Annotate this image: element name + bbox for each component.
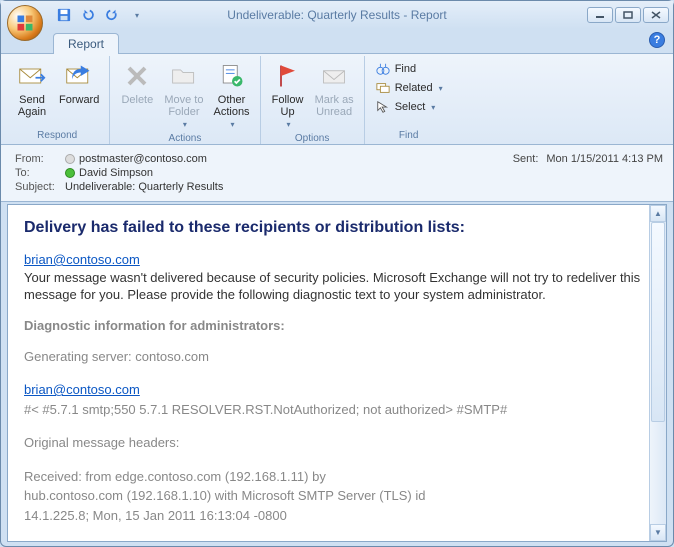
recipient-link-2[interactable]: brian@contoso.com [24,382,140,397]
received-line-3: 14.1.225.8; Mon, 15 Jan 2011 16:13:04 -0… [24,506,650,526]
quick-access-toolbar [53,4,147,26]
message-body-container: Delivery has failed to these recipients … [7,204,667,542]
office-orb-button[interactable] [7,5,43,41]
undo-button[interactable] [77,4,99,26]
title-bar: Undeliverable: Quarterly Results - Repor… [1,1,673,29]
move-label: Move to Folder [164,94,203,118]
received-line-1: Received: from edge.contoso.com (192.168… [24,467,650,487]
tab-report[interactable]: Report [53,33,119,54]
maximize-button[interactable] [615,7,641,23]
group-actions: Delete Move to Folder Other Actions Acti… [110,56,260,144]
folder-icon [168,60,200,92]
select-icon [375,99,391,115]
smtp-error-line: #< #5.7.1 smtp;550 5.7.1 RESOLVER.RST.No… [24,400,650,420]
other-actions-button[interactable]: Other Actions [209,58,253,131]
scroll-up-button[interactable]: ▲ [650,205,666,222]
vertical-scrollbar[interactable]: ▲ ▼ [649,205,666,541]
send-again-icon [16,60,48,92]
window-title: Undeliverable: Quarterly Results - Repor… [227,8,446,22]
ribbon: Send Again Forward Respond Delete Move t… [1,53,673,145]
ribbon-tabs: Report ? [1,29,673,53]
ndr-heading: Delivery has failed to these recipients … [24,219,650,237]
group-respond: Send Again Forward Respond [5,56,110,144]
send-again-button[interactable]: Send Again [11,58,53,120]
help-button[interactable]: ? [649,32,665,48]
diagnostic-heading: Diagnostic information for administrator… [24,318,650,333]
original-headers-label: Original message headers: [24,433,650,453]
delete-button[interactable]: Delete [116,58,158,108]
binoculars-icon [375,61,391,77]
mark-unread-icon [318,60,350,92]
delete-label: Delete [121,94,153,106]
select-label: Select [395,101,426,113]
group-options-label: Options [267,131,358,147]
to-label: To: [15,167,65,179]
close-button[interactable] [643,7,669,23]
message-header: From: postmaster@contoso.com Sent: Mon 1… [1,145,673,202]
qat-customize-button[interactable] [125,4,147,26]
subject-value: Undeliverable: Quarterly Results [65,181,223,193]
related-button[interactable]: Related [371,79,447,97]
move-to-folder-button[interactable]: Move to Folder [160,58,207,131]
subject-label: Subject: [15,181,65,193]
from-label: From: [15,153,65,165]
mark-unread-label: Mark as Unread [315,94,354,118]
to-value: David Simpson [79,167,153,179]
generating-server: Generating server: contoso.com [24,347,650,367]
delete-icon [121,60,153,92]
other-actions-icon [216,60,248,92]
recipient-link[interactable]: brian@contoso.com [24,252,140,267]
forward-label: Forward [59,94,99,106]
select-button[interactable]: Select [371,98,447,116]
presence-online-icon [65,168,75,178]
redo-button[interactable] [101,4,123,26]
message-body: Delivery has failed to these recipients … [8,205,666,541]
find-button[interactable]: Find [371,60,447,78]
ndr-explanation: Your message wasn't delivered because of… [24,270,640,303]
sent-value: Mon 1/15/2011 4:13 PM [546,153,663,165]
find-label: Find [395,63,416,75]
forward-button[interactable]: Forward [55,58,103,108]
group-find: Find Related Select Find [365,56,453,144]
follow-up-label: Follow Up [272,94,304,118]
related-icon [375,80,391,96]
save-button[interactable] [53,4,75,26]
scroll-track[interactable] [650,222,666,524]
group-find-label: Find [371,128,447,144]
group-options: Follow Up Mark as Unread Options [261,56,365,144]
flag-icon [272,60,304,92]
send-again-label: Send Again [18,94,46,118]
from-value: postmaster@contoso.com [79,153,207,165]
other-actions-label: Other Actions [213,94,249,118]
minimize-button[interactable] [587,7,613,23]
scroll-thumb[interactable] [651,222,665,422]
forward-icon [63,60,95,92]
scroll-down-button[interactable]: ▼ [650,524,666,541]
sent-label: Sent: [513,153,539,165]
group-respond-label: Respond [11,128,103,144]
group-actions-label: Actions [116,131,253,147]
mark-unread-button[interactable]: Mark as Unread [311,58,358,120]
related-label: Related [395,82,433,94]
presence-unknown-icon [65,154,75,164]
received-line-2: hub.contoso.com (192.168.1.10) with Micr… [24,486,650,506]
follow-up-button[interactable]: Follow Up [267,58,309,131]
